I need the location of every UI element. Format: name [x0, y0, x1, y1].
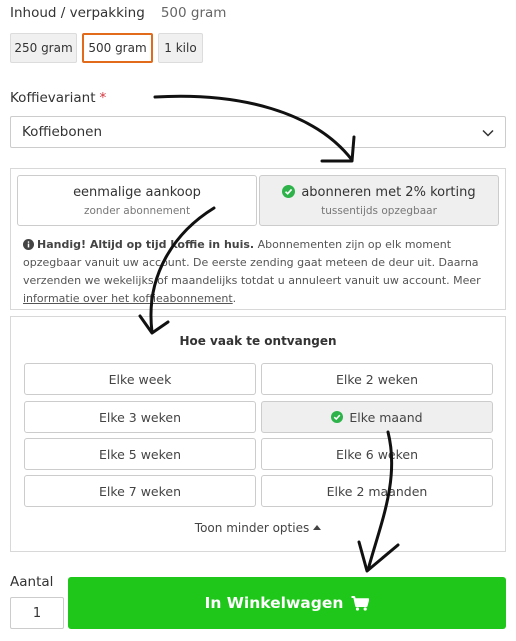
frequency-option-elke-maand[interactable]: Elke maand — [261, 401, 493, 433]
frequency-option-elke-2-maanden[interactable]: Elke 2 maanden — [261, 475, 493, 507]
packaging-row: Inhoud / verpakking 500 gram — [10, 5, 226, 21]
packaging-label: Inhoud / verpakking — [10, 5, 145, 21]
frequency-panel: Hoe vaak te ontvangen Elke week Elke 2 w… — [10, 316, 506, 552]
quantity-input[interactable] — [10, 597, 64, 629]
add-to-cart-label: In Winkelwagen — [204, 594, 344, 612]
frequency-option-elke-2-weken[interactable]: Elke 2 weken — [261, 363, 493, 395]
variant-select[interactable]: Koffiebonen — [10, 116, 506, 148]
packaging-option-1-kilo[interactable]: 1 kilo — [158, 33, 203, 63]
packaging-option-250-gram[interactable]: 250 gram — [10, 33, 77, 63]
variant-label-text: Koffievariant — [10, 90, 96, 106]
frequency-option-elke-maand-label: Elke maand — [349, 409, 423, 425]
one-time-purchase-title: eenmalige aankoop — [73, 185, 201, 200]
subscribe-title: abonneren met 2% korting — [301, 185, 476, 200]
caret-up-icon — [313, 525, 322, 530]
subscription-panel: eenmalige aankoop zonder abonnement abon… — [10, 168, 506, 310]
quantity-label: Aantal — [10, 574, 54, 590]
subscribe-option[interactable]: abonneren met 2% korting tussentijds opz… — [259, 175, 499, 226]
check-circle-icon — [331, 411, 344, 423]
info-end: . — [232, 292, 237, 305]
subscribe-title-row: abonneren met 2% korting — [260, 185, 498, 200]
info-bold-text: Handig! Altijd op tijd koffie in huis. — [37, 238, 255, 251]
check-circle-icon — [282, 185, 296, 198]
chevron-down-icon — [482, 129, 494, 137]
shopping-cart-icon — [351, 595, 370, 611]
packaging-option-500-gram[interactable]: 500 gram — [82, 33, 153, 63]
info-icon — [23, 239, 34, 250]
frequency-option-elke-7-weken[interactable]: Elke 7 weken — [24, 475, 256, 507]
subscribe-subtitle: tussentijds opzegbaar — [321, 205, 437, 217]
frequency-option-elke-3-weken[interactable]: Elke 3 weken — [24, 401, 256, 433]
show-less-options-link[interactable]: Toon minder opties — [11, 521, 505, 535]
frequency-option-elke-6-weken[interactable]: Elke 6 weken — [261, 438, 493, 470]
variant-select-value: Koffiebonen — [22, 124, 103, 140]
frequency-title: Hoe vaak te ontvangen — [179, 334, 337, 348]
frequency-option-elke-5-weken[interactable]: Elke 5 weken — [24, 438, 256, 470]
one-time-purchase-subtitle: zonder abonnement — [83, 205, 191, 217]
frequency-option-elke-week[interactable]: Elke week — [24, 363, 256, 395]
one-time-purchase-option[interactable]: eenmalige aankoop zonder abonnement — [17, 175, 257, 226]
subscription-info-link[interactable]: informatie over het koffieabonnement — [23, 292, 233, 305]
add-to-cart-button[interactable]: In Winkelwagen — [68, 577, 506, 629]
show-less-options-label: Toon minder opties — [194, 521, 310, 535]
required-mark: * — [99, 90, 107, 106]
subscription-info: Handig! Altijd op tijd koffie in huis. A… — [23, 236, 501, 308]
variant-label: Koffievariant * — [10, 90, 106, 106]
packaging-selected-value: 500 gram — [160, 5, 227, 21]
